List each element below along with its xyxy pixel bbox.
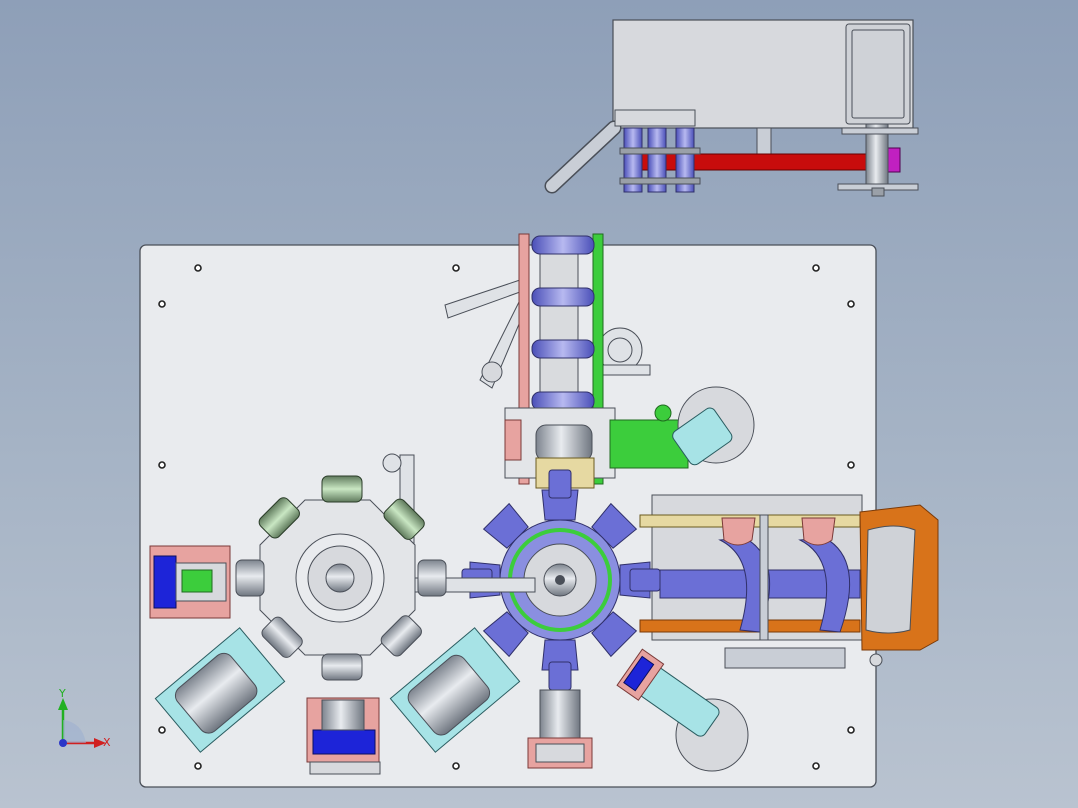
upper-housing-stem <box>756 127 772 157</box>
y-axis-label: Y <box>58 687 66 700</box>
upper-housing-door <box>845 23 911 125</box>
cad-viewport[interactable]: Y X <box>0 0 1078 808</box>
guide-knob <box>382 453 402 473</box>
bottom-actuator <box>306 697 381 775</box>
cylinder-mount-plate <box>614 109 696 127</box>
red-transfer-bar <box>639 153 871 171</box>
upper-housing-assembly[interactable] <box>544 19 919 197</box>
vertical-conveyor <box>504 233 616 489</box>
diagonal-rod <box>544 120 622 194</box>
x-axis-label: X <box>103 736 111 749</box>
coordinate-triad: Y X <box>58 687 111 749</box>
vertical-cylinders <box>619 127 701 193</box>
left-actuator <box>149 545 231 619</box>
